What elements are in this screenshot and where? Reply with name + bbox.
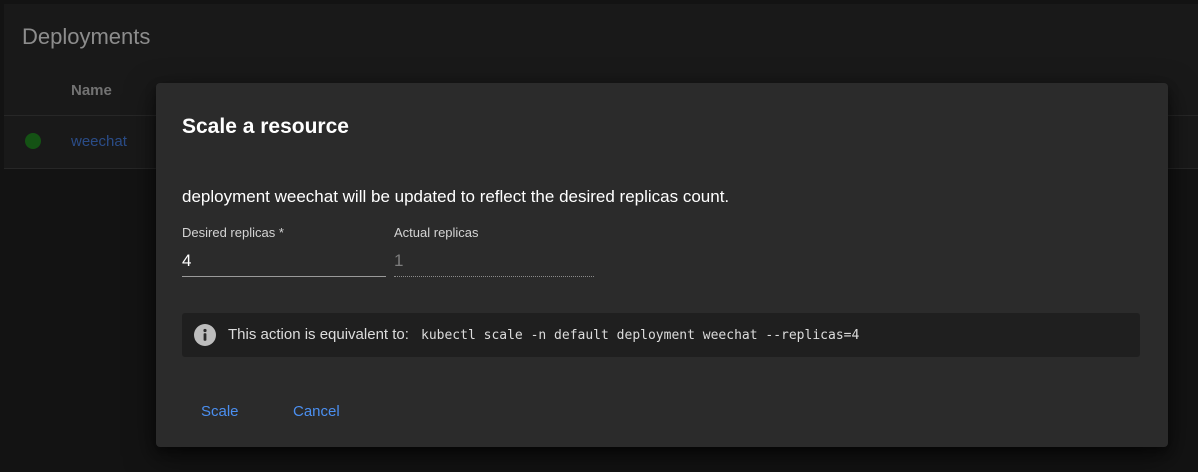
actual-replicas-field: Actual replicas [394, 225, 594, 277]
dialog-title: Scale a resource [182, 115, 349, 138]
actual-replicas-input [394, 249, 594, 277]
desired-replicas-input[interactable] [182, 249, 386, 277]
equivalent-command-code: kubectl scale -n default deployment weec… [421, 328, 860, 343]
cancel-button[interactable]: Cancel [287, 399, 346, 424]
info-icon [194, 324, 216, 346]
desired-replicas-label: Desired replicas * [182, 225, 284, 240]
actual-replicas-label: Actual replicas [394, 225, 479, 240]
equivalent-command-box: This action is equivalent to: kubectl sc… [182, 313, 1140, 357]
scale-dialog: Scale a resource deployment weechat will… [156, 83, 1168, 447]
scale-button[interactable]: Scale [195, 399, 245, 424]
equivalent-command-label: This action is equivalent to: [228, 326, 409, 343]
desired-replicas-field: Desired replicas * [182, 225, 386, 277]
dialog-message: deployment weechat will be updated to re… [182, 187, 730, 206]
